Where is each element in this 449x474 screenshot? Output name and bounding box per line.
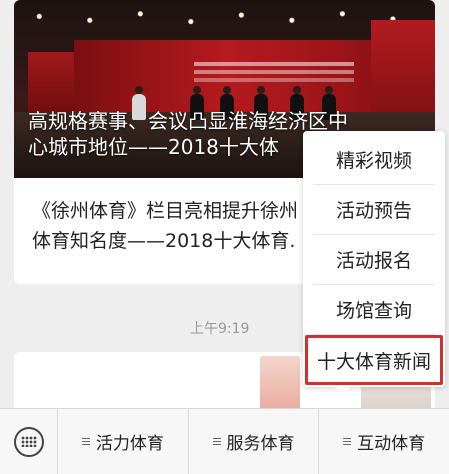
menu-item-event-signup[interactable]: 活动报名 — [313, 235, 435, 285]
menu-item-videos[interactable]: 精彩视频 — [313, 135, 435, 185]
tab-interactive-sports[interactable]: 互动体育 — [319, 409, 449, 474]
menu-item-top-ten-news[interactable]: 十大体育新闻 — [305, 335, 443, 385]
submenu-icon — [343, 437, 352, 446]
menu-item-event-preview[interactable]: 活动预告 — [313, 185, 435, 235]
submenu-icon — [81, 437, 90, 446]
article-thumbnail — [260, 356, 300, 416]
banner-text-decoration — [194, 62, 354, 66]
menu-item-venue-search[interactable]: 场馆查询 — [313, 285, 435, 335]
keyboard-keys-glyph — [20, 436, 37, 447]
tab-label: 互动体育 — [357, 434, 426, 454]
keyboard-toggle-button[interactable] — [0, 409, 58, 474]
tab-label: 服务体育 — [226, 434, 295, 454]
bottom-menu-bar: 活力体育 服务体育 互动体育 — [0, 408, 449, 474]
tab-vitality-sports[interactable]: 活力体育 — [58, 409, 189, 474]
tab-service-sports[interactable]: 服务体育 — [189, 409, 320, 474]
message-timestamp: 上午9:19 — [190, 321, 250, 337]
submenu-icon — [212, 437, 221, 446]
keyboard-icon — [13, 426, 44, 457]
popup-menu: 精彩视频 活动预告 活动报名 场馆查询 十大体育新闻 — [303, 131, 445, 395]
tab-label: 活力体育 — [95, 434, 164, 454]
